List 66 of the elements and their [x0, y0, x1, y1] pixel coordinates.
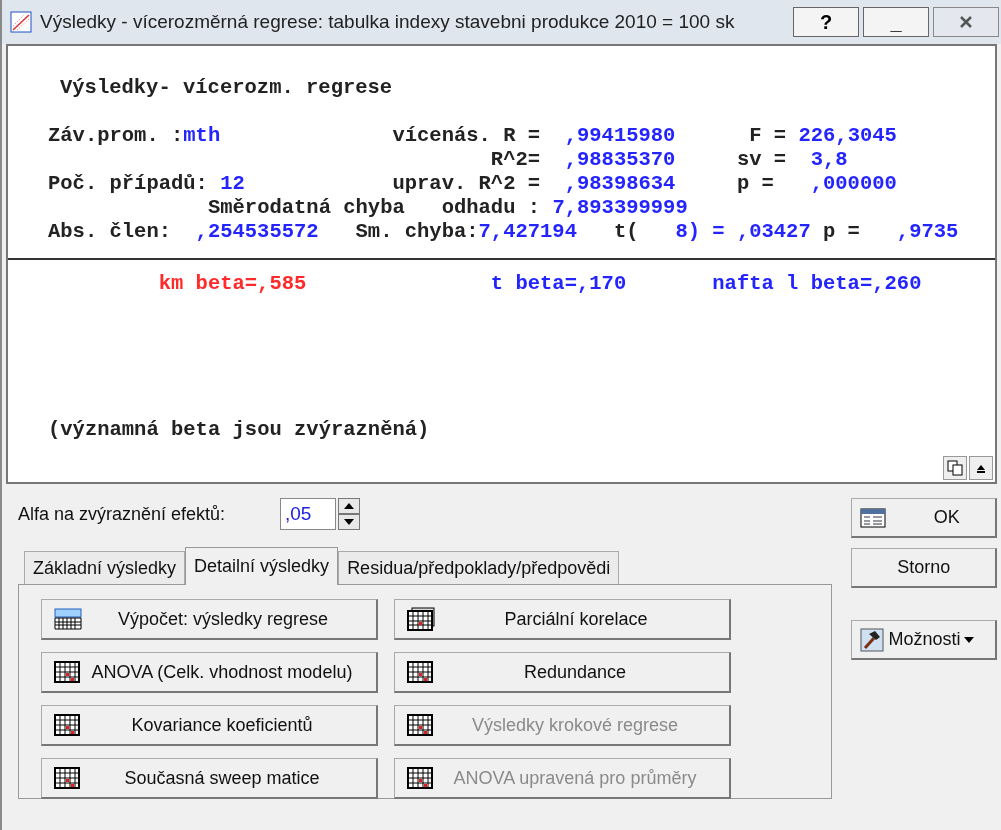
options-button[interactable]: Možnosti — [851, 620, 997, 660]
output-heading: Výsledky- vícerozm. regrese — [60, 76, 393, 101]
close-button[interactable] — [933, 7, 999, 37]
cancel-button[interactable]: Storno — [851, 548, 997, 588]
output-value: ,98835370 — [564, 148, 676, 172]
output-label: F = — [749, 124, 787, 148]
output-value: 12 — [220, 172, 245, 196]
table-icon — [54, 714, 80, 736]
table-icon — [860, 507, 887, 528]
output-value: ,9735 — [896, 220, 959, 244]
table-icon — [407, 767, 433, 789]
ok-button[interactable]: OK — [851, 498, 997, 538]
output-label: Sm. chyba: — [355, 220, 479, 244]
output-label: p = — [736, 172, 774, 196]
output-value: ,98398634 — [564, 172, 676, 196]
spin-buttons[interactable] — [338, 498, 360, 530]
tab[interactable]: Residua/předpoklady/předpovědi — [338, 551, 620, 584]
collapse-icon[interactable] — [969, 456, 993, 480]
table-icon — [54, 661, 80, 683]
alpha-field[interactable]: ,05 — [280, 498, 336, 530]
tab[interactable]: Základní výsledky — [24, 551, 186, 584]
output-note: (významná beta jsou zvýrazněná) — [48, 418, 430, 442]
output-label: Poč. případů: — [48, 172, 208, 196]
output-value: 7,427194 — [478, 220, 577, 244]
close-icon — [959, 16, 973, 28]
copy-icon[interactable] — [943, 456, 967, 480]
output-label: Abs. člen: — [48, 220, 172, 244]
output-value: 8) = — [675, 220, 725, 244]
output-label: Směrodatná chyba odhadu : — [207, 196, 541, 220]
output-value: ,03427 — [736, 220, 811, 244]
table-icon — [407, 714, 433, 736]
output-value: ,99415980 — [564, 124, 676, 148]
action-button[interactable]: Parciální korelace — [394, 599, 731, 640]
action-button[interactable]: Výpočet: výsledky regrese — [41, 599, 378, 640]
output-label: t( — [613, 220, 639, 244]
output-value: 3,8 — [810, 148, 848, 172]
output-value: 7,893399999 — [552, 196, 688, 220]
minimize-button[interactable]: _ — [863, 7, 929, 37]
tab[interactable]: Detailní výsledky — [185, 547, 339, 585]
hammer-icon — [860, 627, 885, 652]
output-value: 226,3045 — [798, 124, 897, 148]
table-icon — [54, 608, 82, 630]
beta-value: nafta l beta=,260 — [712, 272, 922, 296]
action-button[interactable]: ANOVA (Celk. vhodnost modelu) — [41, 652, 378, 693]
alpha-label: Alfa na zvýraznění efektů: — [18, 502, 227, 526]
output-label: sv = — [736, 148, 787, 172]
output-value: mth — [183, 124, 221, 148]
app-icon — [10, 11, 32, 33]
output-value: ,254535572 — [195, 220, 319, 244]
table-icon — [54, 767, 80, 789]
output-label: p = — [823, 220, 860, 244]
beta-value: km beta=,585 — [158, 272, 307, 296]
action-button[interactable]: Kovariance koeficientů — [41, 705, 378, 746]
action-button[interactable]: Redundance — [394, 652, 731, 693]
window-title: Výsledky - vícerozměrná regrese: tabulka indexy stavebni produkce 2010 = 100 sk — [40, 9, 735, 34]
output-label: uprav. R^2 = — [392, 172, 541, 196]
help-button[interactable]: ? — [793, 7, 859, 37]
action-button[interactable]: Současná sweep matice — [41, 758, 378, 799]
output-label: R^2= — [490, 148, 541, 172]
caret-icon — [964, 636, 975, 643]
output-value: ,000000 — [810, 172, 897, 196]
output-label: Záv.prom. : — [48, 124, 184, 148]
table-icon — [407, 607, 435, 631]
beta-value: t beta=,170 — [490, 272, 627, 296]
output-label: vícenás. R = — [392, 124, 541, 148]
table-icon — [407, 661, 433, 683]
